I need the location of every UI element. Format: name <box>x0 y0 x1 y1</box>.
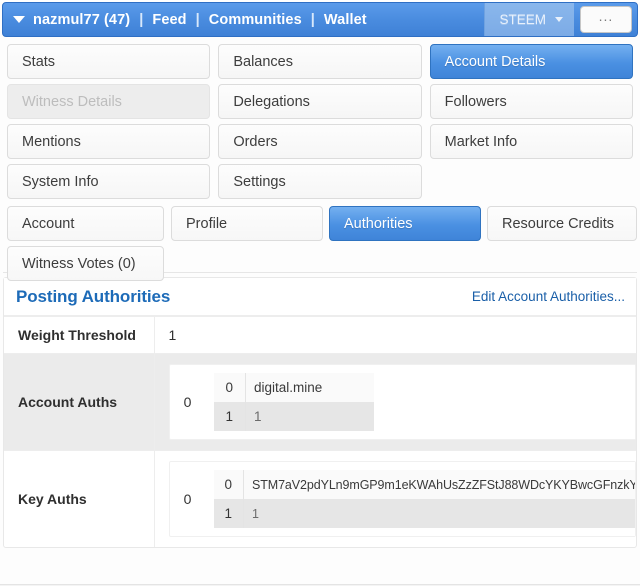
tile-label: Balances <box>233 53 293 70</box>
sub-tab-column-4: Resource Credits <box>487 206 637 246</box>
tab-profile[interactable]: Profile <box>171 206 323 241</box>
tab-label: Witness Votes (0) <box>22 255 136 272</box>
account-auths-inner-box: 0 digital.mine 1 1 <box>205 365 635 439</box>
entry-key: 1 <box>213 499 244 528</box>
entry-value: digital.mine <box>245 373 374 402</box>
tab-witness-votes[interactable]: Witness Votes (0) <box>7 246 164 281</box>
tile-label: Orders <box>233 133 278 150</box>
tile-placeholder <box>430 164 633 199</box>
nav-separator-3: | <box>310 11 315 28</box>
list-item: 1 1 <box>213 402 374 431</box>
key-auths-inner-box: 0 STM7aV2pdYLn9mGP9m1eKWAhUsZzZFStJ88WDc… <box>205 462 635 536</box>
nav-separator-1: | <box>139 11 144 28</box>
row-label-weight-threshold: Weight Threshold <box>4 316 155 354</box>
table-row: Weight Threshold 1 <box>4 316 636 354</box>
currency-caret-down-icon <box>555 17 563 22</box>
list-item: 0 STM7aV2pdYLn9mGP9m1eKWAhUsZzZFStJ88WDc… <box>213 470 635 499</box>
nav-links: nazmul77 (47) | Feed | Communities | Wal… <box>33 12 367 28</box>
tab-account[interactable]: Account <box>7 206 164 241</box>
account-auths-inner-table: 0 digital.mine 1 1 <box>213 373 374 431</box>
row-label-account-auths: Account Auths <box>4 353 155 451</box>
row-value-account-auths: 0 0 digital.mine 1 1 <box>154 353 636 451</box>
tab-label: Resource Credits <box>502 215 615 232</box>
tile-label: Settings <box>233 173 286 190</box>
account-auths-index: 0 <box>183 394 192 410</box>
posting-authorities-panel: Posting Authorities Edit Account Authori… <box>3 277 637 548</box>
key-auths-inner-table: 0 STM7aV2pdYLn9mGP9m1eKWAhUsZzZFStJ88WDc… <box>213 470 635 528</box>
tab-label: Profile <box>186 215 228 232</box>
nav-item-wallet[interactable]: Wallet <box>324 12 367 28</box>
page-title: Posting Authorities <box>16 286 171 306</box>
row-value-weight-threshold: 1 <box>154 316 636 354</box>
entry-key: 1 <box>213 402 246 431</box>
currency-selector[interactable]: STEEM <box>484 3 574 36</box>
row-label-key-auths: Key Auths <box>4 450 155 547</box>
account-auths-nested-wrap: 0 0 digital.mine 1 1 <box>168 364 636 440</box>
tile-account-details[interactable]: Account Details <box>429 44 633 79</box>
nav-item-feed[interactable]: Feed <box>152 12 186 28</box>
authorities-table: Weight Threshold 1 Account Auths 0 0 dig… <box>4 316 636 547</box>
tile-followers[interactable]: Followers <box>429 84 633 119</box>
edit-account-authorities-link[interactable]: Edit Account Authorities... <box>472 289 625 304</box>
tile-system-info[interactable]: System Info <box>7 164 211 199</box>
entry-value: 1 <box>243 499 635 528</box>
key-auths-index: 0 <box>183 491 192 507</box>
tile-orders[interactable]: Orders <box>218 124 422 159</box>
table-row: Account Auths 0 0 digital.mine 1 1 <box>4 353 636 451</box>
entry-value: 1 <box>245 402 374 431</box>
table-row: Key Auths 0 0 STM7aV2pdYLn9mGP9m1eKWAhUs… <box>4 450 636 547</box>
tab-label: Authorities <box>344 215 413 232</box>
tile-label: Stats <box>22 53 56 70</box>
tile-settings[interactable]: Settings <box>218 164 422 199</box>
app-root: nazmul77 (47) | Feed | Communities | Wal… <box>0 2 640 586</box>
list-item: 0 digital.mine <box>213 373 374 402</box>
tab-resource-credits[interactable]: Resource Credits <box>487 206 637 241</box>
top-navigation-bar: nazmul77 (47) | Feed | Communities | Wal… <box>2 2 638 37</box>
tile-label: System Info <box>22 173 99 190</box>
tile-label: Market Info <box>444 133 518 150</box>
key-auths-nested-wrap: 0 0 STM7aV2pdYLn9mGP9m1eKWAhUsZzZFStJ88W… <box>168 461 636 537</box>
section-tile-grid: Stats Balances Account Details Witness D… <box>3 44 637 204</box>
row-value-key-auths: 0 0 STM7aV2pdYLn9mGP9m1eKWAhUsZzZFStJ88W… <box>154 450 636 547</box>
nav-item-username[interactable]: nazmul77 (47) <box>33 12 130 28</box>
currency-selector-label: STEEM <box>499 12 546 27</box>
overflow-menu-button[interactable]: ... <box>580 6 632 33</box>
tile-market-info[interactable]: Market Info <box>429 124 633 159</box>
sub-tab-column-1: Account Witness Votes (0) <box>7 206 164 286</box>
entry-key: 0 <box>213 373 246 402</box>
tile-label: Followers <box>444 93 507 110</box>
tile-label: Mentions <box>22 133 81 150</box>
tile-witness-details: Witness Details <box>7 84 211 119</box>
tile-stats[interactable]: Stats <box>7 44 211 79</box>
sub-tab-column-2: Profile <box>171 206 323 246</box>
topbar-right-controls: STEEM ... <box>484 3 637 36</box>
entry-value: STM7aV2pdYLn9mGP9m1eKWAhUsZzZFStJ88WDcYK… <box>243 470 635 499</box>
tile-label: Account Details <box>444 53 546 70</box>
tile-balances[interactable]: Balances <box>218 44 422 79</box>
nav-item-communities[interactable]: Communities <box>209 12 302 28</box>
list-item: 1 1 <box>213 499 635 528</box>
tile-mentions[interactable]: Mentions <box>7 124 211 159</box>
overflow-menu-label: ... <box>598 8 614 24</box>
account-menu-caret-down-icon[interactable] <box>13 16 25 23</box>
tile-label: Delegations <box>233 93 310 110</box>
tab-authorities[interactable]: Authorities <box>329 206 481 241</box>
entry-key: 0 <box>213 470 244 499</box>
tile-label: Witness Details <box>22 93 122 110</box>
tile-delegations[interactable]: Delegations <box>218 84 422 119</box>
tab-label: Account <box>22 215 75 232</box>
section-sub-tabs: Account Witness Votes (0) Profile Author… <box>3 206 637 281</box>
nav-separator-2: | <box>195 11 200 28</box>
sub-tab-column-3: Authorities <box>329 206 481 246</box>
